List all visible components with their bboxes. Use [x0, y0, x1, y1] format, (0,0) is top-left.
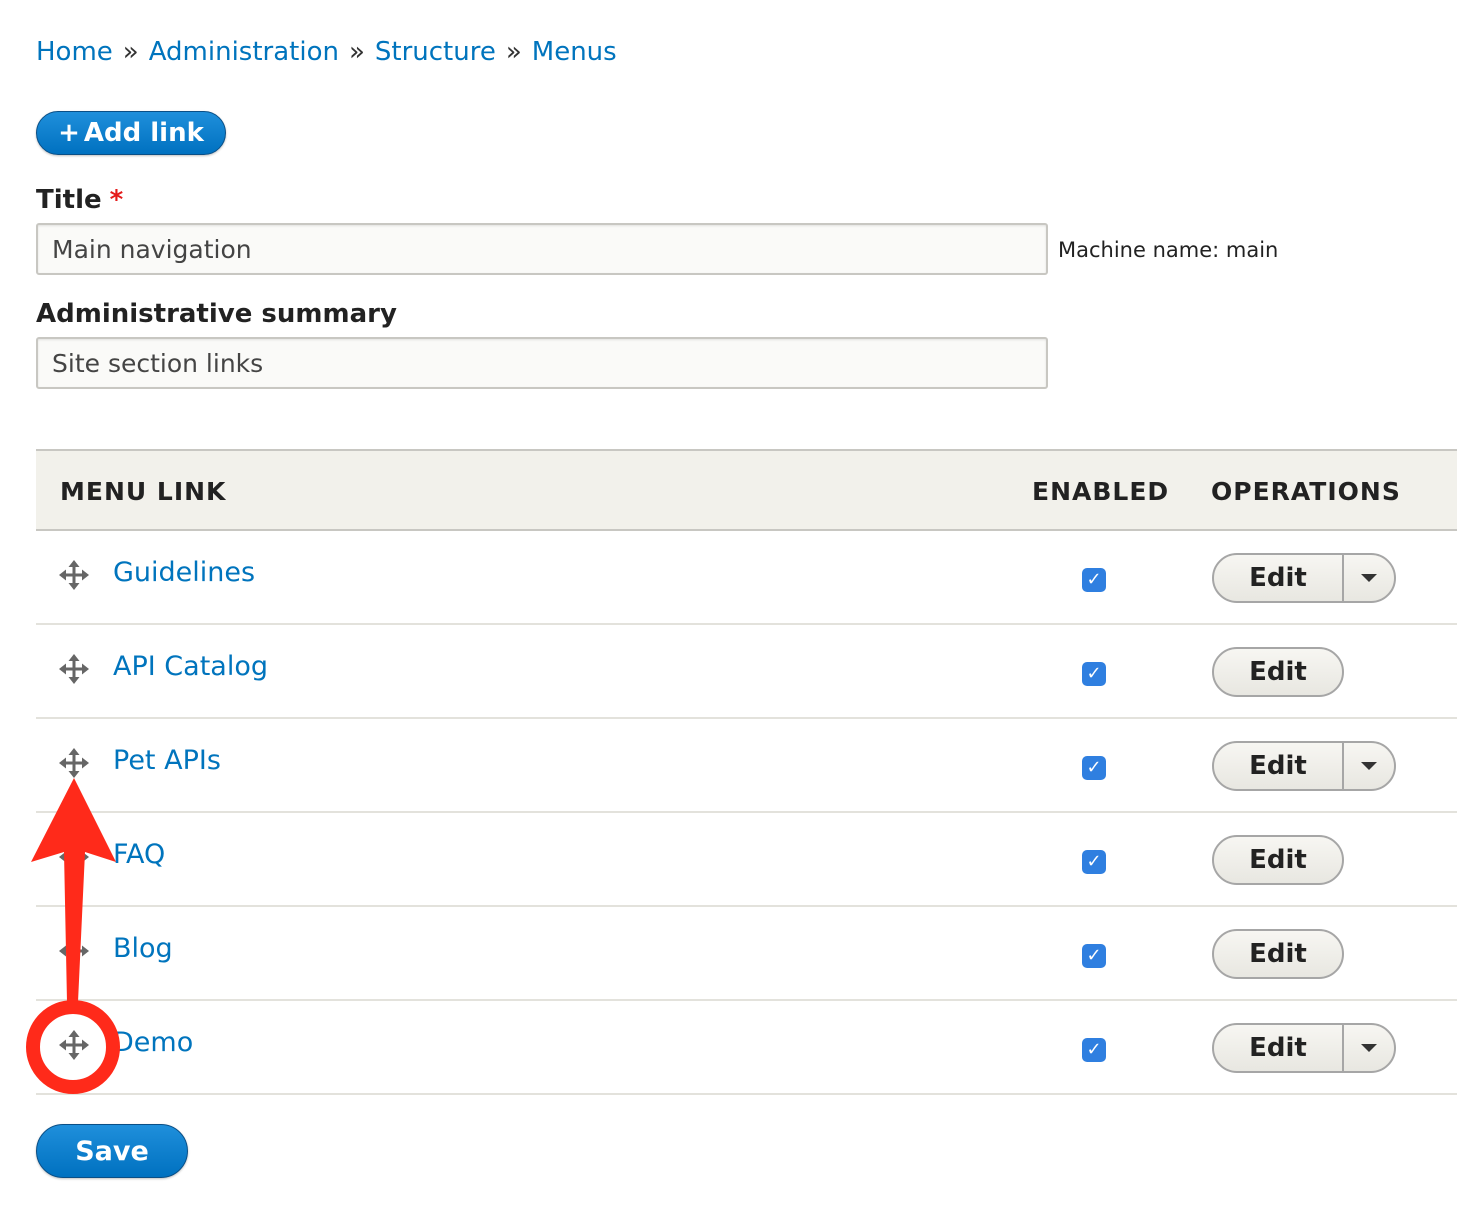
table-row: Pet APIs ✓ Edit — [36, 719, 1457, 813]
enabled-checkbox[interactable]: ✓ — [1082, 756, 1106, 780]
enabled-checkbox[interactable]: ✓ — [1082, 1038, 1106, 1062]
edit-button[interactable]: Edit — [1214, 837, 1342, 883]
table-body: Guidelines ✓ Edit API Catalog ✓ Edit Pet APIs ✓… — [36, 531, 1457, 1095]
chevron-down-icon — [1361, 574, 1377, 582]
chevron-down-icon — [1361, 1044, 1377, 1052]
add-link-label: Add link — [83, 118, 204, 148]
table-row: Demo ✓ Edit — [36, 1001, 1457, 1095]
summary-label: Administrative summary — [36, 299, 397, 329]
drag-handle-icon[interactable] — [58, 747, 90, 779]
operations-group: Edit — [1212, 835, 1344, 885]
title-input-value: Main navigation — [52, 234, 252, 264]
table-row: FAQ ✓ Edit — [36, 813, 1457, 907]
breadcrumb-administration[interactable]: Administration — [149, 37, 339, 67]
operations-group: Edit — [1212, 929, 1344, 979]
breadcrumb-home[interactable]: Home — [36, 37, 113, 67]
edit-button[interactable]: Edit — [1214, 931, 1342, 977]
enabled-checkbox[interactable]: ✓ — [1082, 568, 1106, 592]
machine-name: Machine name: main — [1058, 238, 1279, 262]
drag-handle-icon[interactable] — [58, 653, 90, 685]
summary-input-value: Site section links — [52, 348, 264, 378]
menu-link[interactable]: Demo — [113, 1027, 193, 1058]
required-marker: * — [109, 185, 124, 215]
table-row: Guidelines ✓ Edit — [36, 531, 1457, 625]
operations-dropdown-toggle[interactable] — [1342, 555, 1394, 601]
header-operations: OPERATIONS — [1211, 476, 1401, 506]
drag-handle-icon[interactable] — [58, 1029, 90, 1061]
plus-icon: + — [58, 118, 80, 148]
breadcrumb-menus[interactable]: Menus — [532, 37, 617, 67]
breadcrumb-separator: » — [122, 37, 139, 67]
breadcrumb-separator: » — [348, 37, 365, 67]
operations-dropdown-toggle[interactable] — [1342, 743, 1394, 789]
menu-link[interactable]: Pet APIs — [113, 745, 221, 776]
enabled-checkbox[interactable]: ✓ — [1082, 944, 1106, 968]
drag-handle-icon[interactable] — [58, 935, 90, 967]
breadcrumb-structure[interactable]: Structure — [375, 37, 496, 67]
menu-link[interactable]: API Catalog — [113, 651, 268, 682]
add-link-button[interactable]: + Add link — [36, 111, 226, 155]
save-button[interactable]: Save — [36, 1124, 188, 1178]
title-label-text: Title — [36, 185, 102, 215]
table-header: MENU LINK ENABLED OPERATIONS — [36, 449, 1457, 531]
summary-input[interactable]: Site section links — [36, 337, 1048, 389]
drag-handle-icon[interactable] — [58, 841, 90, 873]
edit-button[interactable]: Edit — [1214, 1025, 1342, 1071]
breadcrumb-separator: » — [505, 37, 522, 67]
edit-button[interactable]: Edit — [1214, 555, 1342, 601]
enabled-checkbox[interactable]: ✓ — [1082, 850, 1106, 874]
operations-group: Edit — [1212, 647, 1344, 697]
header-menu-link: MENU LINK — [60, 476, 227, 506]
chevron-down-icon — [1361, 762, 1377, 770]
enabled-checkbox[interactable]: ✓ — [1082, 662, 1106, 686]
operations-group: Edit — [1212, 553, 1396, 603]
menu-link[interactable]: Guidelines — [113, 557, 255, 588]
table-row: Blog ✓ Edit — [36, 907, 1457, 1001]
table-row: API Catalog ✓ Edit — [36, 625, 1457, 719]
menu-links-table: MENU LINK ENABLED OPERATIONS Guidelines ✓… — [36, 449, 1457, 1095]
edit-button[interactable]: Edit — [1214, 743, 1342, 789]
menu-link[interactable]: Blog — [113, 933, 173, 964]
breadcrumb: Home » Administration » Structure » Menus — [36, 34, 617, 70]
edit-button[interactable]: Edit — [1214, 649, 1342, 695]
operations-group: Edit — [1212, 741, 1396, 791]
drag-handle-icon[interactable] — [58, 559, 90, 591]
title-input[interactable]: Main navigation — [36, 223, 1048, 275]
operations-dropdown-toggle[interactable] — [1342, 1025, 1394, 1071]
operations-group: Edit — [1212, 1023, 1396, 1073]
title-label: Title * — [36, 185, 123, 215]
menu-link[interactable]: FAQ — [113, 839, 165, 870]
header-enabled: ENABLED — [1032, 476, 1170, 506]
